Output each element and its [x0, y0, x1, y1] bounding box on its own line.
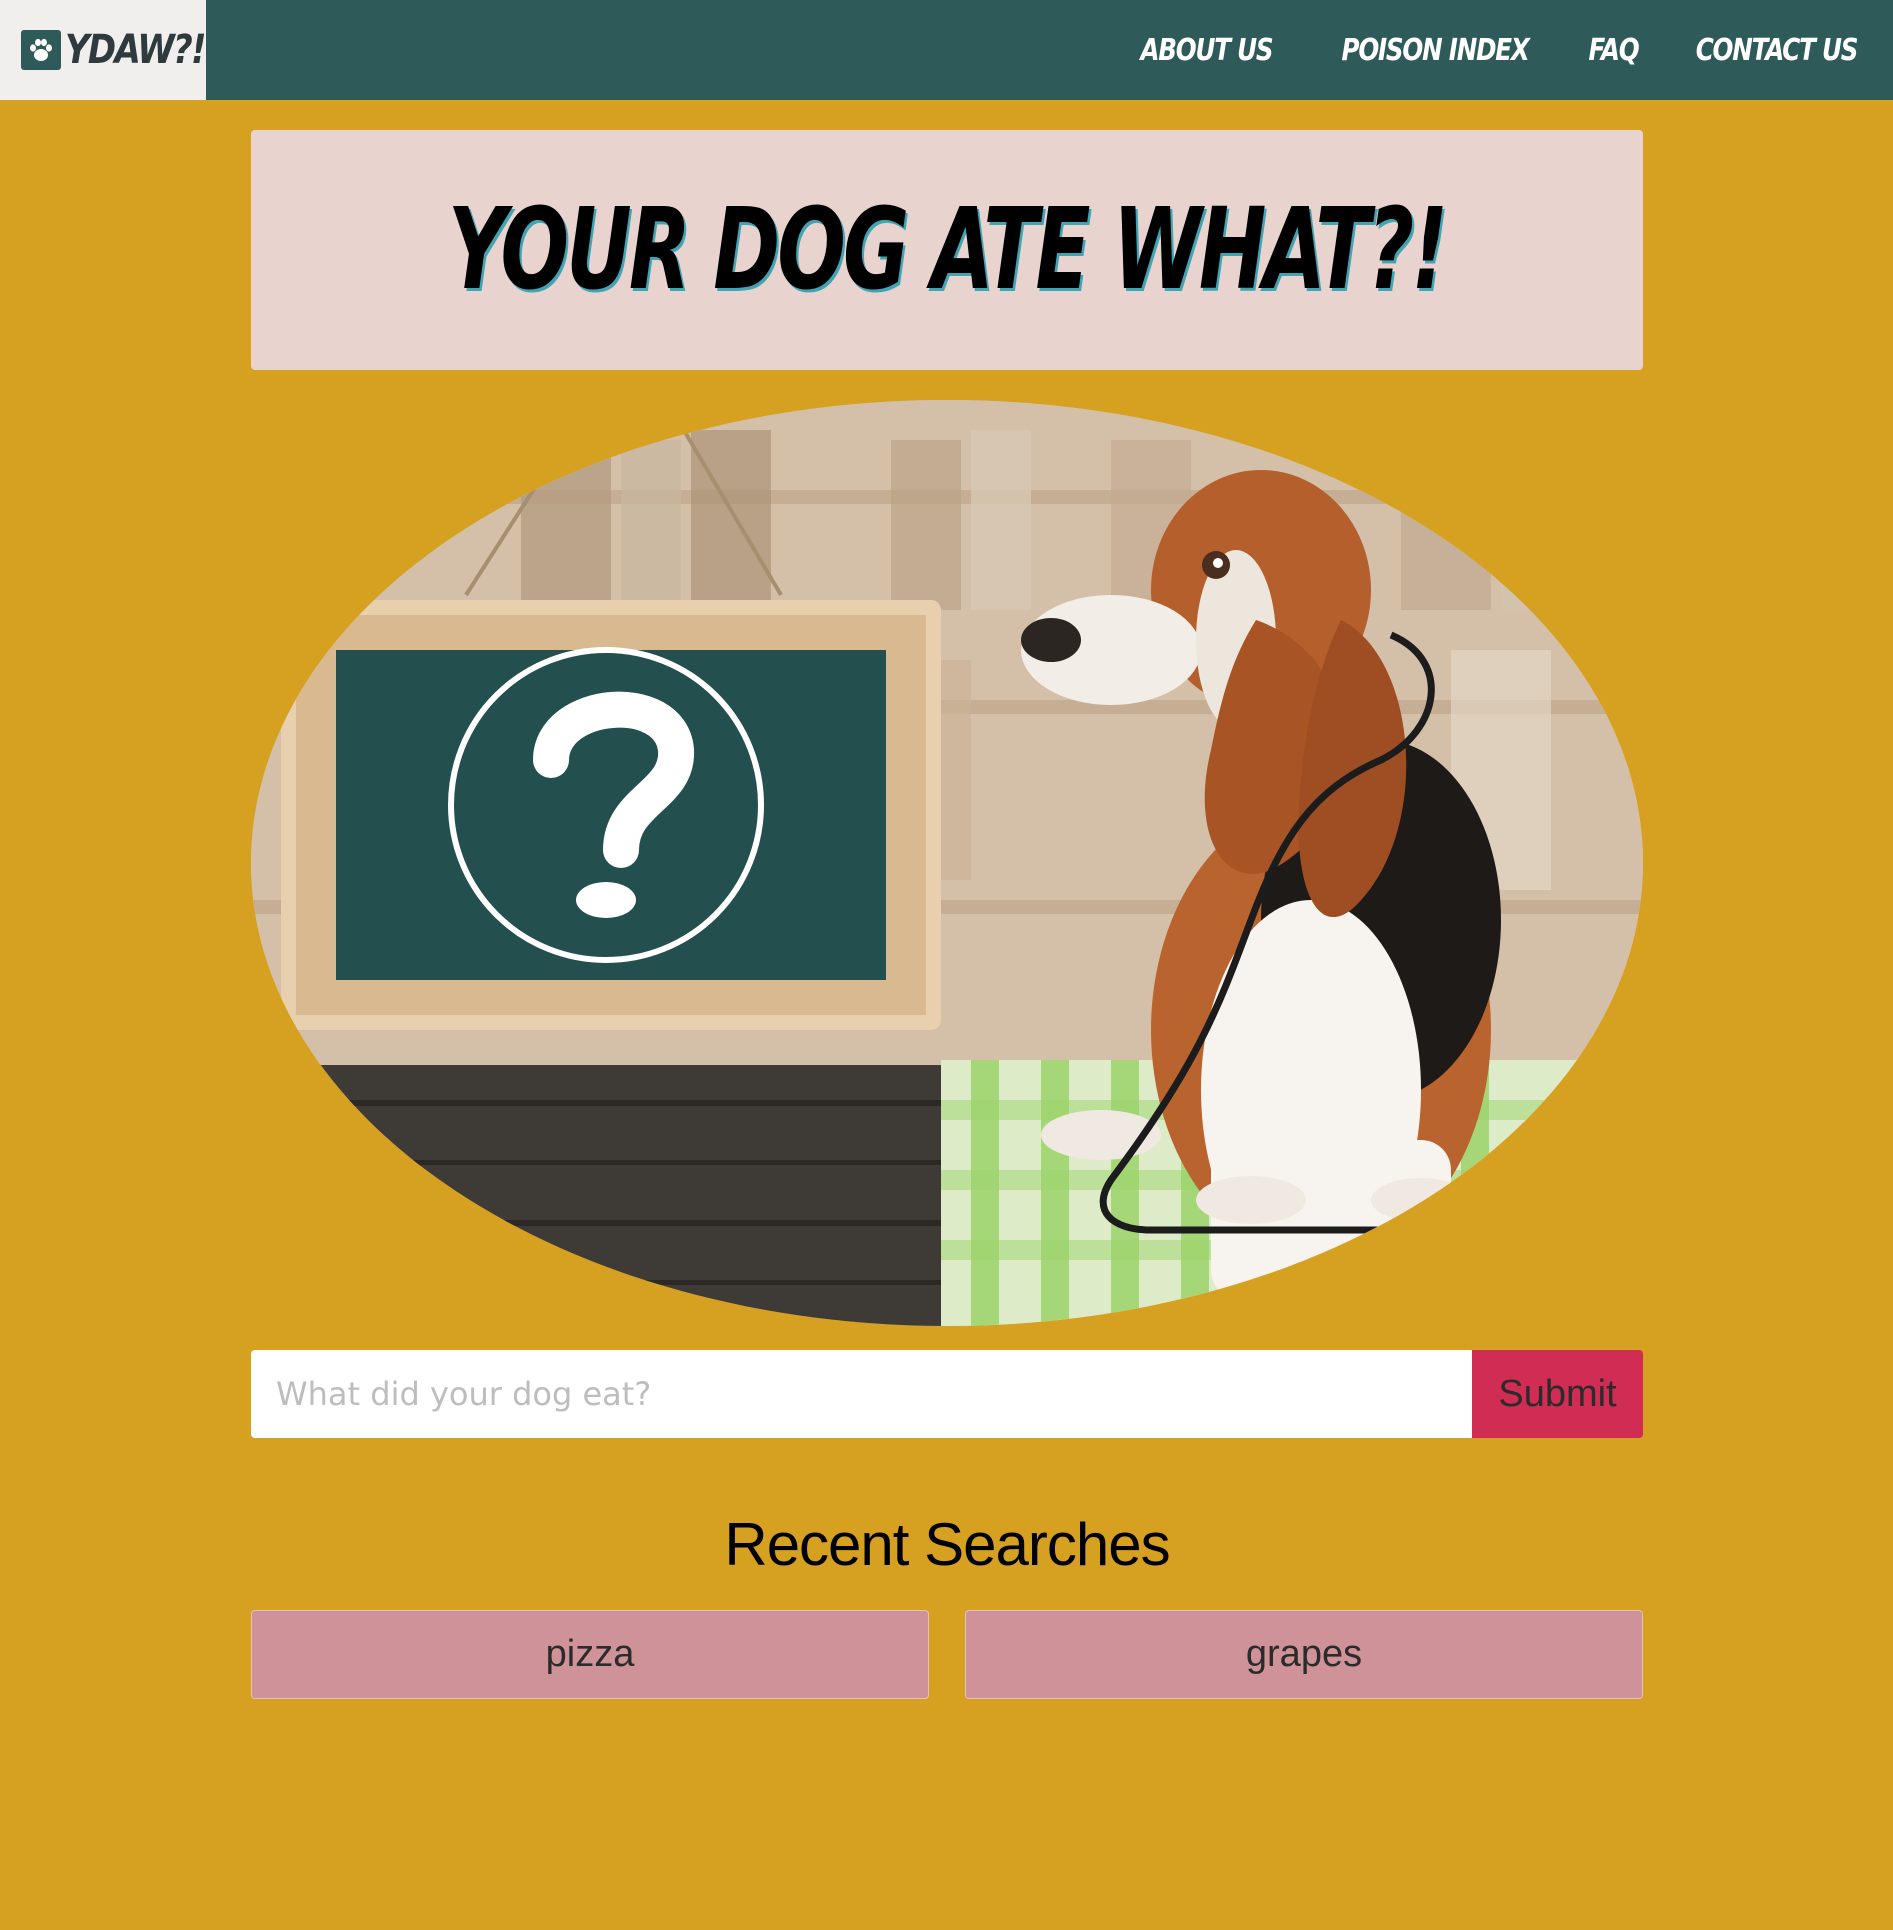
- brand-name: YDAW?!: [65, 27, 207, 73]
- hero-title: YOUR DOG ATE WHAT?!: [448, 185, 1448, 315]
- search-form: Submit: [251, 1350, 1643, 1438]
- recent-searches-title: Recent Searches: [724, 1511, 1170, 1578]
- recent-searches-list: pizza grapes: [251, 1610, 1643, 1699]
- nav-links: ABOUT US POISON INDEX FAQ CONTACT US: [1126, 0, 1875, 100]
- brand-logo-link[interactable]: YDAW?!: [0, 0, 207, 100]
- submit-button[interactable]: Submit: [1472, 1350, 1643, 1438]
- nav-link-about-us[interactable]: ABOUT US: [1141, 33, 1274, 68]
- hero-banner: YOUR DOG ATE WHAT?!: [251, 130, 1643, 370]
- hero-image: [251, 400, 1643, 1326]
- recent-search-grapes[interactable]: grapes: [965, 1610, 1643, 1699]
- nav-link-contact-us[interactable]: CONTACT US: [1696, 33, 1859, 68]
- nav-link-poison-index[interactable]: POISON INDEX: [1342, 33, 1530, 68]
- search-input[interactable]: [251, 1350, 1472, 1438]
- paw-icon: [21, 30, 61, 70]
- navbar: YDAW?! ABOUT US POISON INDEX FAQ CONTACT…: [0, 0, 1893, 100]
- recent-search-pizza[interactable]: pizza: [251, 1610, 929, 1699]
- nav-link-faq[interactable]: FAQ: [1589, 33, 1640, 68]
